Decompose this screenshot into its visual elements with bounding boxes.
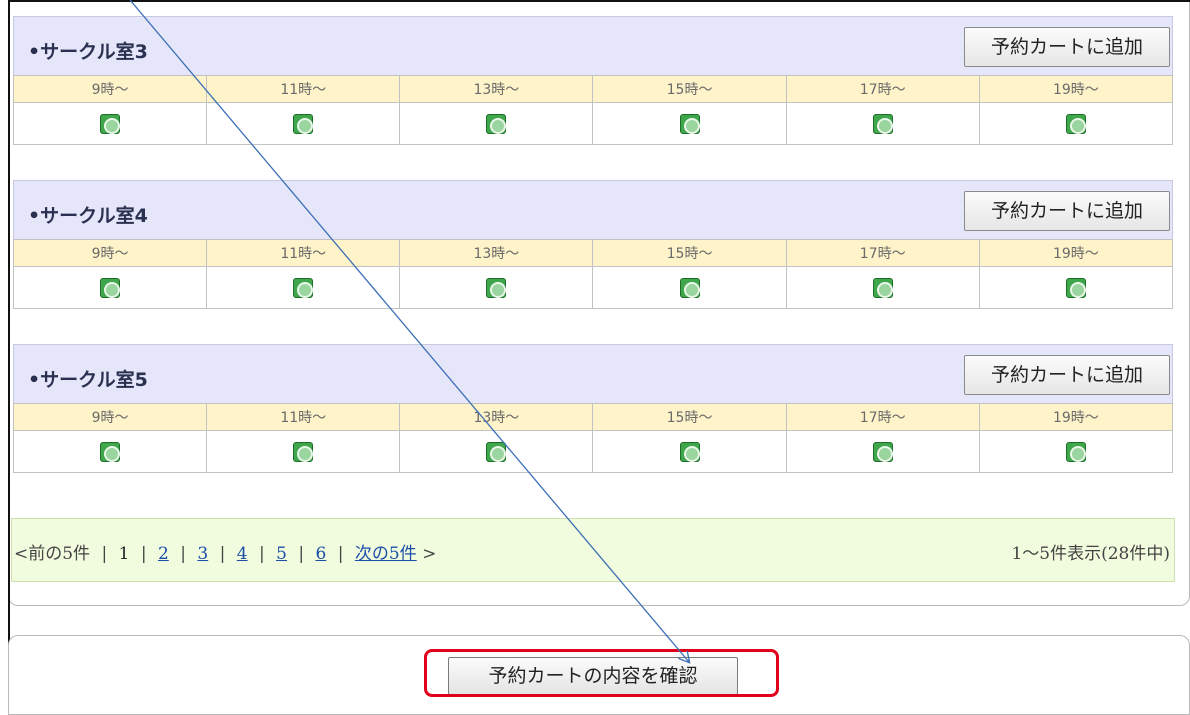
slot-table: 9時～ 11時～ 13時～ 15時～ 17時～ 19時～ (12, 403, 1174, 473)
page-link-4[interactable]: 4 (237, 544, 248, 564)
slot-table: 9時～ 11時～ 13時～ 15時～ 17時～ 19時～ (12, 75, 1174, 145)
prev-page-text: <前の5件 (14, 544, 91, 564)
available-circle-icon[interactable] (872, 113, 893, 134)
slot-cell (978, 266, 1174, 309)
room-title: •サークル室4 (28, 205, 148, 227)
slot-time: 13時～ (399, 75, 594, 103)
slot-time: 15時～ (592, 75, 787, 103)
slot-cell (206, 266, 401, 309)
slot-cell (206, 102, 401, 145)
slot-cell (785, 430, 980, 473)
slot-time: 13時～ (399, 403, 594, 431)
slot-table: 9時～ 11時～ 13時～ 15時～ 17時～ 19時～ (12, 239, 1174, 309)
available-circle-icon[interactable] (1065, 113, 1086, 134)
page-current: 1 (118, 544, 130, 564)
slot-time: 9時～ (12, 75, 208, 103)
page-link-5[interactable]: 5 (276, 544, 287, 564)
pagination-bar: <前の5件 | 1 | 2 | 3 | 4 | 5 | 6 | 次の5件 > 1… (11, 518, 1175, 582)
slot-cell (785, 102, 980, 145)
left-border (8, 0, 10, 700)
slot-time: 19時～ (978, 239, 1174, 267)
pagination-links: <前の5件 | 1 | 2 | 3 | 4 | 5 | 6 | 次の5件 > (14, 544, 437, 564)
add-to-cart-button[interactable]: 予約カートに追加 (964, 27, 1170, 67)
available-circle-icon[interactable] (293, 113, 314, 134)
room-header: •サークル室5 予約カートに追加 (13, 344, 1173, 403)
next-arrow: > (422, 544, 437, 564)
slot-cell (592, 430, 787, 473)
slot-time: 15時～ (592, 239, 787, 267)
page-link-2[interactable]: 2 (158, 544, 169, 564)
slot-cell (12, 102, 208, 145)
add-to-cart-button[interactable]: 予約カートに追加 (964, 191, 1170, 231)
room-title: •サークル室5 (28, 369, 148, 391)
next-page-link[interactable]: 次の5件 (355, 544, 417, 564)
available-circle-icon[interactable] (1065, 441, 1086, 462)
slot-time: 9時～ (12, 239, 208, 267)
result-count: 1～5件表示(28件中) (1011, 544, 1170, 564)
slot-cell (978, 102, 1174, 145)
slot-time: 11時～ (206, 75, 401, 103)
slot-time: 17時～ (785, 403, 980, 431)
slot-cell (399, 102, 594, 145)
available-circle-icon[interactable] (679, 113, 700, 134)
slot-time: 17時～ (785, 75, 980, 103)
slot-cell (592, 102, 787, 145)
top-border (8, 0, 1190, 2)
available-circle-icon[interactable] (872, 441, 893, 462)
add-to-cart-button[interactable]: 予約カートに追加 (964, 355, 1170, 395)
available-circle-icon[interactable] (100, 113, 121, 134)
available-circle-icon[interactable] (1065, 277, 1086, 298)
slot-time: 19時～ (978, 75, 1174, 103)
slot-time: 11時～ (206, 403, 401, 431)
available-circle-icon[interactable] (100, 441, 121, 462)
available-circle-icon[interactable] (100, 277, 121, 298)
slot-cell (592, 266, 787, 309)
room-header: •サークル室3 予約カートに追加 (13, 16, 1173, 75)
slot-time: 11時～ (206, 239, 401, 267)
slot-cell (206, 430, 401, 473)
slot-time: 15時～ (592, 403, 787, 431)
slot-cell (399, 430, 594, 473)
slot-cell (978, 430, 1174, 473)
available-circle-icon[interactable] (486, 113, 507, 134)
slot-cell (12, 266, 208, 309)
available-circle-icon[interactable] (872, 277, 893, 298)
room-header: •サークル室4 予約カートに追加 (13, 180, 1173, 239)
available-circle-icon[interactable] (293, 277, 314, 298)
available-circle-icon[interactable] (679, 441, 700, 462)
available-circle-icon[interactable] (679, 277, 700, 298)
slot-time: 13時～ (399, 239, 594, 267)
slot-cell (12, 430, 208, 473)
page-link-6[interactable]: 6 (315, 544, 326, 564)
slot-cell (785, 266, 980, 309)
available-circle-icon[interactable] (486, 441, 507, 462)
slot-time: 9時～ (12, 403, 208, 431)
highlight-box (424, 649, 779, 697)
slot-cell (399, 266, 594, 309)
slot-time: 19時～ (978, 403, 1174, 431)
page-link-3[interactable]: 3 (197, 544, 208, 564)
available-circle-icon[interactable] (486, 277, 507, 298)
room-title: •サークル室3 (28, 41, 148, 63)
slot-time: 17時～ (785, 239, 980, 267)
available-circle-icon[interactable] (293, 441, 314, 462)
